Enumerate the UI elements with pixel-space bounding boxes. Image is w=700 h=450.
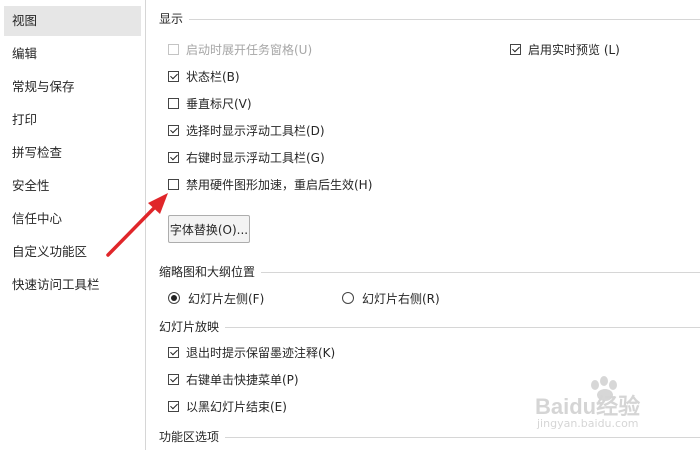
- section-divider: [159, 437, 700, 438]
- end-black-label: 以黑幻灯片结束(E): [186, 399, 287, 414]
- floating-toolbar-select-checkbox[interactable]: [168, 124, 179, 136]
- floating-toolbar-rightclick-label: 右键时显示浮动工具栏(G): [186, 150, 325, 165]
- end-black-option[interactable]: 以黑幻灯片结束(E): [168, 396, 287, 416]
- startup-task-pane-label: 启动时展开任务窗格(U): [186, 42, 313, 57]
- end-black-checkbox[interactable]: [168, 400, 179, 412]
- sidebar-item-customize-ribbon[interactable]: 自定义功能区: [4, 237, 141, 267]
- options-content: 显示 启动时展开任务窗格(U) 启用实时预览 (L) 状态栏(B) 垂直标尺(V…: [146, 0, 700, 450]
- sidebar-item-trust-center[interactable]: 信任中心: [4, 204, 141, 234]
- disable-hw-accel-checkbox[interactable]: [168, 178, 179, 190]
- sidebar-item-edit[interactable]: 编辑: [4, 39, 141, 69]
- sidebar-item-general-save[interactable]: 常规与保存: [4, 72, 141, 102]
- section-title-display: 显示: [159, 9, 190, 29]
- font-replace-button[interactable]: 字体替换(O)...: [168, 215, 250, 243]
- status-bar-checkbox[interactable]: [168, 70, 179, 82]
- thumbnail-right-option[interactable]: 幻灯片右侧(R): [342, 288, 440, 308]
- right-click-menu-label: 右键单击快捷菜单(P): [186, 372, 299, 387]
- thumbnail-left-label: 幻灯片左侧(F): [188, 291, 265, 306]
- live-preview-checkbox[interactable]: [510, 43, 521, 55]
- thumbnail-right-radio[interactable]: [342, 292, 354, 304]
- floating-toolbar-rightclick-option[interactable]: 右键时显示浮动工具栏(G): [168, 147, 325, 167]
- vertical-ruler-checkbox[interactable]: [168, 97, 179, 109]
- section-title-ribbon: 功能区选项: [159, 427, 226, 447]
- sidebar-item-view[interactable]: 视图: [4, 6, 141, 36]
- disable-hw-accel-label: 禁用硬件图形加速，重启后生效(H): [186, 177, 373, 192]
- sidebar-item-spell-check[interactable]: 拼写检查: [4, 138, 141, 168]
- options-sidebar: 视图 编辑 常规与保存 打印 拼写检查 安全性 信任中心 自定义功能区 快速访问…: [0, 0, 146, 450]
- thumbnail-left-radio[interactable]: [168, 292, 180, 304]
- status-bar-label: 状态栏(B): [186, 69, 240, 84]
- thumbnail-right-label: 幻灯片右侧(R): [362, 291, 440, 306]
- section-divider: [159, 19, 700, 20]
- sidebar-item-quick-access-toolbar[interactable]: 快速访问工具栏: [4, 270, 141, 300]
- status-bar-option[interactable]: 状态栏(B): [168, 66, 240, 86]
- thumbnail-left-option[interactable]: 幻灯片左侧(F): [168, 288, 264, 308]
- right-click-menu-option[interactable]: 右键单击快捷菜单(P): [168, 369, 299, 389]
- right-click-menu-checkbox[interactable]: [168, 373, 179, 385]
- floating-toolbar-rightclick-checkbox[interactable]: [168, 151, 179, 163]
- section-divider: [159, 327, 700, 328]
- floating-toolbar-select-label: 选择时显示浮动工具栏(D): [186, 123, 325, 138]
- floating-toolbar-select-option[interactable]: 选择时显示浮动工具栏(D): [168, 120, 325, 140]
- live-preview-option[interactable]: 启用实时预览 (L): [510, 39, 620, 59]
- section-title-slideshow: 幻灯片放映: [159, 317, 226, 337]
- vertical-ruler-label: 垂直标尺(V): [186, 96, 252, 111]
- live-preview-label: 启用实时预览 (L): [528, 42, 620, 57]
- sidebar-item-print[interactable]: 打印: [4, 105, 141, 135]
- ink-prompt-label: 退出时提示保留墨迹注释(K): [186, 345, 336, 360]
- vertical-ruler-option[interactable]: 垂直标尺(V): [168, 93, 252, 113]
- sidebar-item-security[interactable]: 安全性: [4, 171, 141, 201]
- disable-hw-accel-option[interactable]: 禁用硬件图形加速，重启后生效(H): [168, 174, 372, 194]
- startup-task-pane-checkbox: [168, 43, 179, 55]
- ink-prompt-checkbox[interactable]: [168, 346, 179, 358]
- ink-prompt-option[interactable]: 退出时提示保留墨迹注释(K): [168, 342, 335, 362]
- section-title-thumbnail: 缩略图和大纲位置: [159, 262, 262, 282]
- startup-task-pane-option: 启动时展开任务窗格(U): [168, 39, 312, 59]
